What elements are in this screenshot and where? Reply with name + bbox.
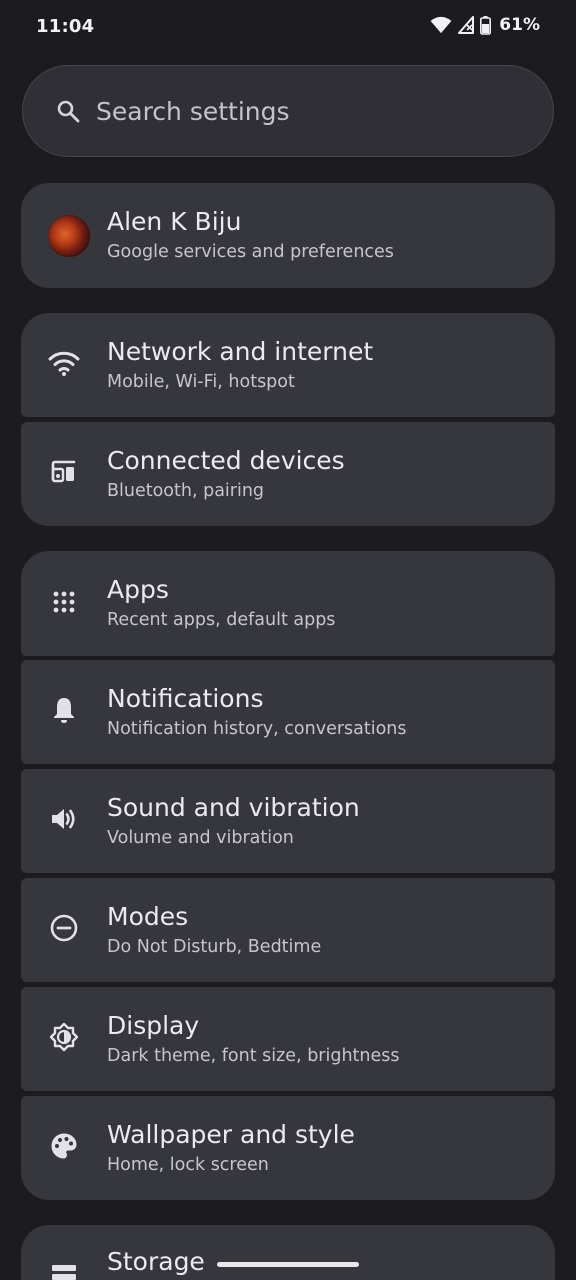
icon-wrap	[21, 987, 107, 1091]
bell-icon	[51, 696, 77, 728]
search-placeholder: Search settings	[96, 96, 290, 126]
item-text: Notifications Notification history, conv…	[107, 683, 407, 742]
icon-wrap	[21, 1225, 107, 1280]
item-title: Apps	[107, 575, 169, 604]
item-subtitle: Notification history, conversations	[107, 718, 407, 739]
status-bar: 11:04 61%	[0, 0, 576, 56]
battery-percent: 61%	[499, 15, 540, 35]
item-title: Display	[107, 1010, 200, 1040]
speaker-icon	[50, 806, 78, 836]
settings-item-wallpaper[interactable]: Wallpaper and style Home, lock screen	[21, 1096, 555, 1200]
icon-wrap	[21, 769, 107, 873]
item-subtitle: Mobile, Wi-Fi, hotspot	[107, 371, 295, 392]
icon-wrap	[21, 878, 107, 982]
item-title: Sound and vibration	[107, 792, 360, 822]
avatar-wrap	[21, 183, 117, 288]
icon-wrap	[21, 551, 107, 656]
item-title: Network and internet	[107, 336, 374, 366]
account-text: Alen K Biju Google services and preferen…	[107, 206, 394, 265]
battery-icon	[480, 15, 492, 35]
item-subtitle: Home, lock screen	[107, 1154, 269, 1175]
icon-wrap	[21, 422, 107, 526]
account-subtitle: Google services and preferences	[107, 242, 394, 262]
connected-devices-icon	[49, 459, 79, 489]
gesture-nav-handle[interactable]	[217, 1262, 359, 1267]
item-text: Apps Recent apps, default apps	[107, 574, 335, 633]
palette-icon	[50, 1132, 78, 1164]
item-text: Network and internet Mobile, Wi-Fi, hots…	[107, 336, 373, 395]
item-title: Connected devices	[107, 445, 345, 475]
icon-wrap	[21, 1096, 107, 1200]
item-subtitle: Do Not Disturb, Bedtime	[107, 936, 322, 957]
status-time: 11:04	[36, 16, 95, 37]
item-subtitle: Volume and vibration	[107, 827, 294, 848]
icon-wrap	[21, 313, 107, 417]
avatar	[48, 214, 90, 257]
account-name: Alen K Biju	[107, 207, 242, 236]
wifi-icon	[47, 349, 81, 381]
brightness-icon	[49, 1022, 79, 1056]
settings-item-network[interactable]: Network and internet Mobile, Wi-Fi, hots…	[21, 313, 555, 417]
item-text: Display Dark theme, font size, brightnes…	[107, 1010, 400, 1069]
search-input[interactable]: Search settings	[22, 65, 554, 157]
storage-icon	[51, 1263, 77, 1280]
settings-item-connected-devices[interactable]: Connected devices Bluetooth, pairing	[21, 422, 555, 526]
settings-item-notifications[interactable]: Notifications Notification history, conv…	[21, 660, 555, 764]
settings-screen: 11:04 61% Search settings Alen K Biju Go	[0, 0, 576, 1280]
do-not-disturb-icon	[50, 914, 78, 946]
settings-item-storage[interactable]: Storage	[21, 1225, 555, 1280]
item-subtitle: Dark theme, font size, brightness	[107, 1045, 400, 1066]
item-text: Sound and vibration Volume and vibration	[107, 792, 360, 851]
item-title: Wallpaper and style	[107, 1119, 355, 1149]
icon-wrap	[21, 660, 107, 764]
item-title: Modes	[107, 901, 189, 931]
cell-signal-icon	[458, 16, 475, 34]
item-subtitle: Bluetooth, pairing	[107, 480, 265, 501]
apps-grid-icon	[52, 590, 76, 618]
wifi-icon	[430, 16, 452, 34]
item-text: Wallpaper and style Home, lock screen	[107, 1119, 355, 1178]
settings-item-display[interactable]: Display Dark theme, font size, brightnes…	[21, 987, 555, 1091]
settings-item-sound[interactable]: Sound and vibration Volume and vibration	[21, 769, 555, 873]
settings-item-modes[interactable]: Modes Do Not Disturb, Bedtime	[21, 878, 555, 982]
item-text: Modes Do Not Disturb, Bedtime	[107, 901, 321, 960]
item-text: Connected devices Bluetooth, pairing	[107, 445, 345, 504]
account-card[interactable]: Alen K Biju Google services and preferen…	[21, 183, 555, 288]
item-text: Storage	[107, 1225, 205, 1278]
item-title: Storage	[107, 1247, 205, 1276]
item-subtitle: Recent apps, default apps	[107, 610, 336, 630]
item-title: Notifications	[107, 683, 264, 713]
settings-item-apps[interactable]: Apps Recent apps, default apps	[21, 551, 555, 656]
search-icon	[56, 99, 80, 123]
status-icons: 61%	[430, 15, 540, 35]
